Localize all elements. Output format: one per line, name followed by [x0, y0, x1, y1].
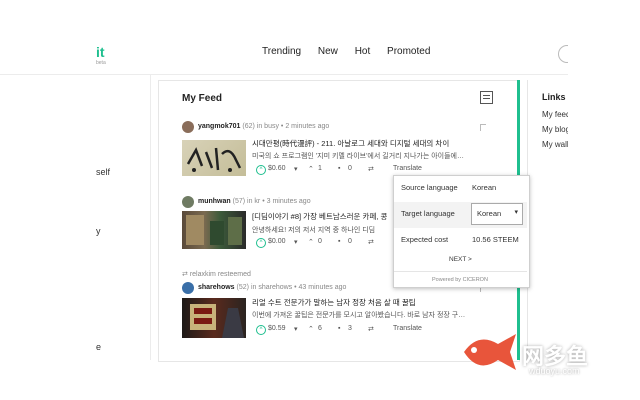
post-title[interactable]: 리얼 수트 전문가가 말하는 남자 정장 처음 살 때 꿀팁 — [252, 297, 416, 308]
post-category[interactable]: in sharehows — [251, 284, 292, 291]
translate-button[interactable]: Translate — [393, 165, 422, 172]
post-category[interactable]: in kr — [247, 198, 260, 205]
nav-hot[interactable]: Hot — [355, 46, 371, 57]
post-excerpt: 미국의 쇼 프로그램인 '지미 키멜 라이브'에서 길거리 지나가는 아이들에… — [252, 153, 464, 160]
comment-count: 0 — [348, 238, 352, 245]
resteem-icon[interactable]: ⇄ — [368, 238, 374, 246]
popup-divider — [394, 271, 527, 272]
post-thumbnail[interactable] — [182, 140, 246, 176]
comment-count: 0 — [348, 165, 352, 172]
suit-photo-icon — [190, 304, 244, 338]
watermark-url: wduoyu.com — [529, 366, 580, 376]
powered-by-label: Powered by CICERON — [432, 277, 488, 283]
logo-beta-label: beta — [96, 60, 106, 66]
sidebar-item-3[interactable]: e — [96, 342, 101, 352]
payout[interactable]: $0.60 — [268, 165, 286, 172]
voters-icon: ⌃ — [308, 166, 314, 173]
post-title[interactable]: [디딤이야기 #8] 가장 베트남스러운 카페, 콩 — [252, 211, 387, 222]
post-meta: munhwan (57) in kr • 3 minutes ago — [198, 198, 311, 205]
calligraphy-image-icon — [186, 147, 242, 172]
sidebar-divider — [150, 75, 151, 360]
nav-promoted[interactable]: Promoted — [387, 46, 430, 57]
chevron-down-icon[interactable]: ▾ — [294, 238, 298, 246]
upvote-icon[interactable]: ^ — [256, 325, 266, 335]
sidebar-item-1[interactable]: self — [96, 167, 110, 177]
post-meta: sharehows (52) in sharehows • 43 minutes… — [198, 284, 346, 291]
resteem-notice: ⇄ relaxkim resteemed — [182, 270, 251, 278]
expected-cost-label: Expected cost — [401, 235, 449, 244]
post-category[interactable]: in busy — [257, 123, 279, 130]
post-rep: (62) — [242, 123, 255, 130]
cafe-photo-icon — [186, 215, 242, 245]
resteem-icon: ⇄ — [182, 271, 190, 278]
next-button[interactable]: NEXT > — [449, 256, 472, 263]
source-language-label: Source language — [401, 183, 458, 192]
avatar[interactable] — [182, 282, 194, 294]
post-title[interactable]: 시대만평(時代漫評) - 211. 아날로그 세대와 디지털 세대의 차이 — [252, 138, 449, 149]
comment-count: 3 — [348, 325, 352, 332]
resteem-icon[interactable]: ⇄ — [368, 325, 374, 333]
feed-menu-icon[interactable] — [480, 91, 493, 104]
vote-count[interactable]: 1 — [318, 165, 322, 172]
sidebar-item-2[interactable]: y — [96, 226, 101, 236]
main-nav: Trending New Hot Promoted — [262, 46, 444, 57]
voters-icon: ⌃ — [308, 326, 314, 333]
comment-icon[interactable]: ▪ — [338, 165, 340, 172]
chevron-down-icon[interactable]: ▾ — [294, 165, 298, 173]
comment-icon[interactable]: ▪ — [338, 238, 340, 245]
post-excerpt: 이번에 가져온 꿀팁은 전문가를 모시고 알아봤습니다. 바로 남자 정장 구… — [252, 312, 466, 319]
left-sidebar — [0, 75, 150, 360]
avatar[interactable] — [182, 121, 194, 133]
translate-button[interactable]: Translate — [393, 325, 422, 332]
post-thumbnail[interactable] — [182, 298, 246, 338]
chevron-down-icon: ▾ — [514, 209, 518, 216]
expected-cost-value: 10.56 STEEM — [472, 235, 519, 244]
flag-icon[interactable] — [480, 124, 486, 131]
post-time: • 2 minutes ago — [280, 123, 330, 130]
target-language-select[interactable]: Korean ▾ — [471, 203, 523, 225]
chevron-down-icon[interactable]: ▾ — [294, 325, 298, 333]
target-language-value: Korean — [477, 209, 502, 218]
site-logo[interactable]: it — [96, 44, 105, 60]
links-title: Links — [542, 92, 566, 102]
vote-count[interactable]: 6 — [318, 325, 322, 332]
comment-icon[interactable]: ▪ — [338, 325, 340, 332]
vote-count[interactable]: 0 — [318, 238, 322, 245]
payout[interactable]: $0.59 — [268, 325, 286, 332]
post-time: • 3 minutes ago — [262, 198, 311, 205]
nav-trending[interactable]: Trending — [262, 46, 301, 57]
voters-icon: ⌃ — [308, 239, 314, 246]
upvote-icon[interactable]: ^ — [256, 238, 266, 248]
post-author[interactable]: yangmok701 — [198, 123, 240, 130]
link-my-blog[interactable]: My blog — [542, 125, 570, 134]
link-my-feed[interactable]: My feed — [542, 110, 570, 119]
resteem-label[interactable]: relaxkim resteemed — [190, 271, 251, 278]
resteem-icon[interactable]: ⇄ — [368, 165, 374, 173]
fish-logo-icon — [464, 334, 516, 370]
post-author[interactable]: munhwan — [198, 198, 231, 205]
feed-title: My Feed — [182, 93, 223, 104]
post-rep: (57) — [232, 198, 246, 205]
post-thumbnail[interactable] — [182, 211, 246, 249]
payout[interactable]: $0.00 — [268, 238, 286, 245]
source-language-value: Korean — [472, 183, 497, 192]
post-meta: yangmok701 (62) in busy • 2 minutes ago — [198, 123, 329, 130]
post-excerpt: 안녕하세요! 저의 저서 지역 중 하나인 디딤 — [252, 227, 376, 234]
post-rep: (52) — [236, 284, 249, 291]
nav-new[interactable]: New — [318, 46, 338, 57]
avatar[interactable] — [182, 196, 194, 208]
post-time: • 43 minutes ago — [294, 284, 347, 291]
post-author[interactable]: sharehows — [198, 284, 235, 291]
link-my-wall[interactable]: My wall — [542, 140, 569, 149]
upvote-icon[interactable]: ^ — [256, 165, 266, 175]
target-language-label: Target language — [401, 209, 455, 218]
